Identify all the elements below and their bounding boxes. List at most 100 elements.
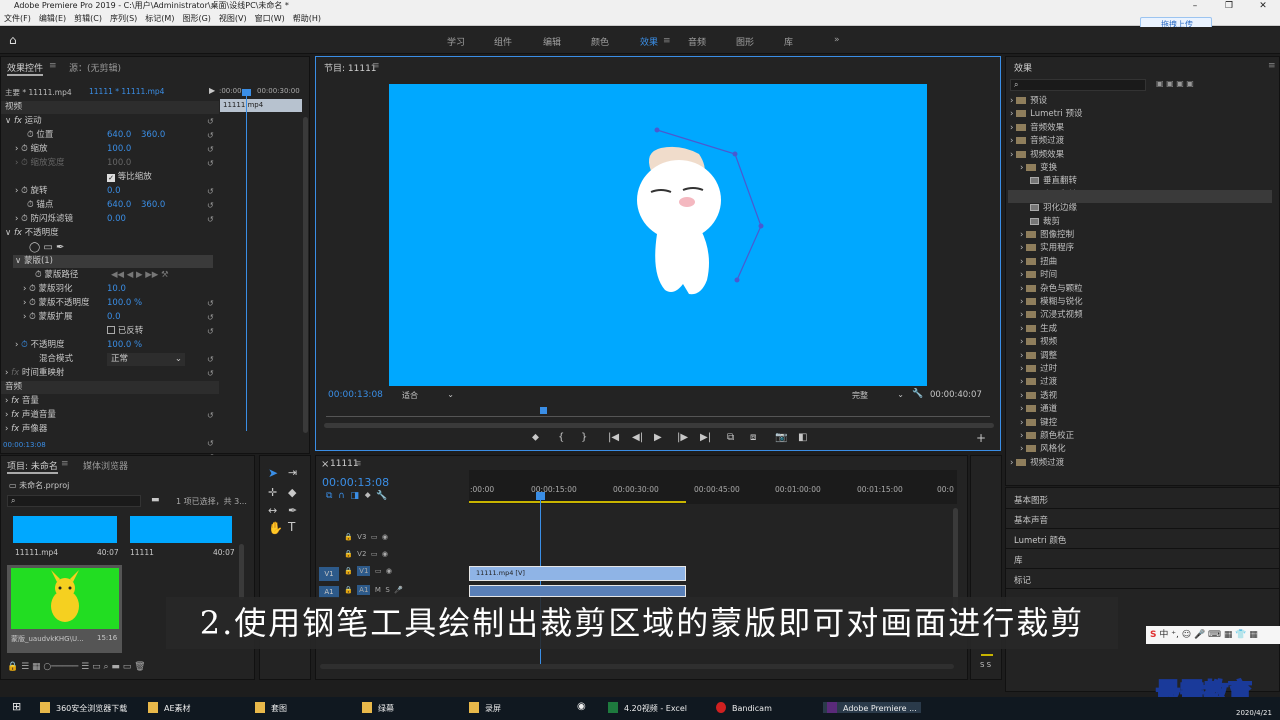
effects-item[interactable]: › 透视 — [1010, 390, 1057, 403]
program-menu-icon[interactable]: ≡ — [372, 61, 380, 71]
program-timecode[interactable]: 00:00:13:08 — [328, 390, 383, 400]
motion-row[interactable]: ∨ fx 运动 — [1, 115, 42, 128]
sequence-clip-label[interactable]: 11111 * 11111.mp4 — [89, 87, 164, 96]
flicker-value[interactable]: 0.00 — [107, 213, 126, 226]
effects-item[interactable]: › 模糊与锐化 — [1010, 296, 1083, 309]
compare-icon[interactable]: ◧ — [798, 432, 807, 443]
effects-item[interactable]: › 过渡 — [1010, 376, 1057, 389]
step-back-icon[interactable]: ◀| — [632, 432, 643, 443]
more-workspaces-icon[interactable]: » — [834, 35, 840, 45]
mask-feather-value[interactable]: 10.0 — [107, 283, 126, 296]
mark-out-icon[interactable]: } — [581, 432, 587, 443]
effects-item[interactable]: › 预设 — [1010, 95, 1047, 108]
panel-libraries[interactable]: 库 — [1014, 554, 1023, 566]
program-ruler[interactable] — [326, 409, 990, 417]
project-thumb-2[interactable] — [130, 516, 232, 543]
menu-help[interactable]: 帮助(H) — [289, 12, 325, 25]
project-thumb-3[interactable] — [11, 568, 119, 629]
time-remap-row[interactable]: › fx 时间重映射 — [1, 367, 64, 380]
program-playhead[interactable] — [540, 407, 547, 414]
taskbar-item-3[interactable]: 套图 — [255, 702, 287, 714]
mask-opacity-value[interactable]: 100.0 % — [107, 297, 142, 310]
menu-window[interactable]: 窗口(W) — [251, 12, 289, 25]
scale-value[interactable]: 100.0 — [107, 143, 131, 156]
menu-sequence[interactable]: 序列(S) — [106, 12, 141, 25]
step-forward-icon[interactable]: |▶ — [677, 432, 688, 443]
slip-tool-icon[interactable]: ↔ — [268, 504, 277, 517]
source-patch-v1[interactable]: V1 — [319, 567, 339, 581]
timeline-close-icon[interactable]: × — [321, 459, 329, 470]
effects-item[interactable]: › 实用程序 — [1010, 242, 1074, 255]
inverted-checkbox[interactable] — [107, 326, 115, 334]
track-v1-label[interactable]: V1 — [357, 566, 371, 576]
anchor-x[interactable]: 640.0 — [107, 199, 131, 212]
project-search-input[interactable]: ⌕ — [7, 495, 141, 507]
taskbar-item-4[interactable]: 绿幕 — [362, 702, 394, 714]
opacity-group-row[interactable]: ∨ fx 不透明度 — [1, 227, 59, 240]
track-select-tool-icon[interactable]: ⇥ — [288, 466, 297, 479]
extract-icon[interactable]: ⧈ — [750, 432, 756, 443]
effects-item[interactable]: › 变换 — [1010, 162, 1057, 175]
effects-search-input[interactable]: ⌕ — [1010, 79, 1146, 91]
ws-libraries[interactable]: 库 — [784, 35, 793, 48]
maximize-icon[interactable]: ❐ — [1212, 0, 1246, 12]
ws-audio[interactable]: 音频 — [688, 35, 706, 48]
menu-graphics[interactable]: 图形(G) — [178, 12, 214, 25]
effects-item[interactable]: › 沉浸式视频 — [1010, 309, 1083, 322]
tab-media-browser[interactable]: 媒体浏览器 — [83, 459, 128, 472]
effects-scroll[interactable] — [1008, 476, 1274, 482]
project-menu-icon[interactable]: ≡ — [61, 459, 69, 469]
program-scrollbar[interactable] — [324, 423, 994, 428]
taskbar-item-8[interactable]: Adobe Premiere ... — [823, 702, 921, 713]
panel-essential-sound[interactable]: 基本声音 — [1014, 514, 1048, 526]
ws-graphics[interactable]: 图形 — [736, 35, 754, 48]
export-frame-icon[interactable]: 📷 — [775, 432, 787, 443]
taskbar-item-5[interactable]: 录屏 — [469, 702, 501, 714]
play-arrow-icon[interactable]: ▶ — [209, 86, 215, 95]
menu-edit[interactable]: 编辑(E) — [35, 12, 70, 25]
pen-mask-icon[interactable]: ✒ — [56, 242, 64, 253]
effects-item[interactable]: › 过时 — [1010, 363, 1057, 376]
taskbar-item-7[interactable]: Bandicam — [716, 702, 772, 713]
effects-item[interactable]: › 音频效果 — [1010, 122, 1064, 135]
effects-item[interactable]: 垂直翻转 — [1010, 175, 1077, 188]
timeline-menu-icon[interactable]: ≡ — [354, 459, 362, 469]
panel-essential-graphics[interactable]: 基本图形 — [1014, 494, 1048, 506]
menu-view[interactable]: 视图(V) — [215, 12, 251, 25]
taskbar-app-icon[interactable]: ◉ — [577, 701, 586, 712]
panner-row[interactable]: › fx 声像器 — [1, 423, 47, 436]
ws-editing[interactable]: 编辑 — [543, 35, 561, 48]
channel-volume-row[interactable]: › fx 声道音量 — [1, 409, 56, 422]
position-y[interactable]: 360.0 — [141, 129, 165, 142]
timeline-tools[interactable]: ⧉ ∩ ◨ ⬥ 🔧 — [326, 491, 388, 501]
effects-item[interactable]: › 时间 — [1010, 269, 1057, 282]
effects-item[interactable]: › 杂色与颗粒 — [1010, 283, 1083, 296]
effects-item[interactable]: › 调整 — [1010, 350, 1057, 363]
minimize-icon[interactable]: – — [1178, 0, 1212, 12]
rect-mask-icon[interactable]: ▭ — [43, 242, 52, 253]
mark-in-icon[interactable]: { — [558, 432, 564, 443]
effects-item[interactable]: › Lumetri 预设 — [1010, 108, 1082, 121]
add-marker-icon[interactable]: ⬥ — [532, 432, 539, 443]
go-to-in-icon[interactable]: |◀ — [608, 432, 619, 443]
ec-clip-bar[interactable]: 11111.mp4 — [220, 99, 302, 112]
effects-item[interactable]: › 视频过渡 — [1010, 457, 1064, 470]
new-bin-icon[interactable]: ▬ — [151, 495, 160, 505]
tab-effect-controls[interactable]: 效果控件 — [7, 61, 44, 76]
go-to-out-icon[interactable]: ▶| — [700, 432, 711, 443]
position-x[interactable]: 640.0 — [107, 129, 131, 142]
effects-item[interactable]: › 生成 — [1010, 323, 1057, 336]
ws-color[interactable]: 颜色 — [591, 35, 609, 48]
effects-item[interactable]: 裁剪 — [1010, 216, 1060, 229]
track-a1-label[interactable]: A1 — [357, 585, 371, 595]
quality-select[interactable]: 完整 ⌄ — [852, 390, 904, 401]
mask-expansion-value[interactable]: 0.0 — [107, 311, 121, 324]
lift-icon[interactable]: ⧉ — [727, 432, 734, 443]
ripple-edit-tool-icon[interactable]: ✛ — [268, 486, 277, 499]
button-editor-icon[interactable]: + — [976, 431, 986, 445]
ws-learn[interactable]: 学习 — [447, 35, 465, 48]
panel-markers[interactable]: 标记 — [1014, 574, 1031, 586]
menu-clip[interactable]: 剪辑(C) — [70, 12, 106, 25]
volume-row[interactable]: › fx 音量 — [1, 395, 39, 408]
razor-tool-icon[interactable]: ◆ — [288, 486, 296, 499]
